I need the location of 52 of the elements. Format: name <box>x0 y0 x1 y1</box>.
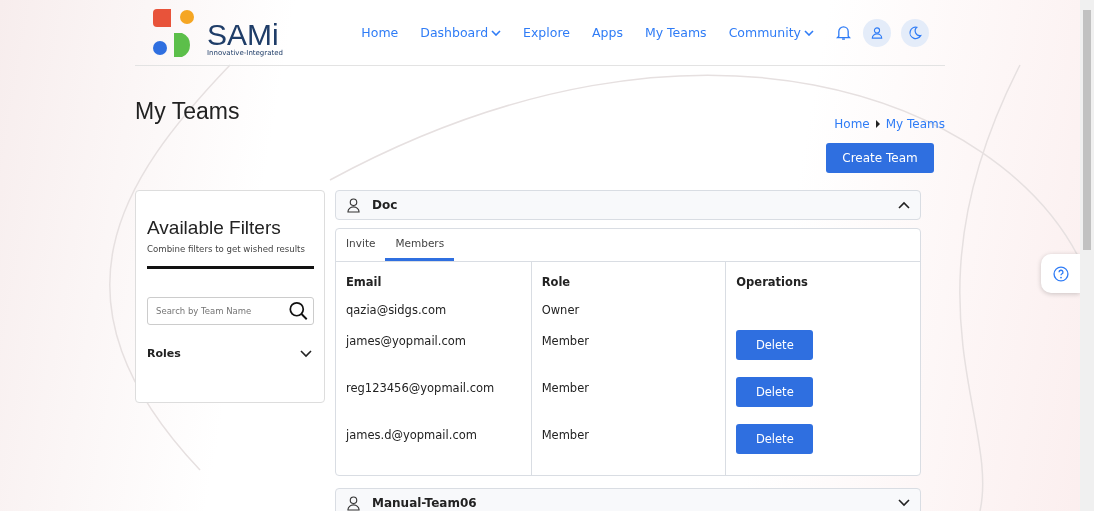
user-icon <box>871 26 883 39</box>
nav-link[interactable]: My Teams <box>644 25 707 40</box>
filters-title: Available Filters <box>147 217 282 239</box>
delete-button[interactable]: Delete <box>736 377 814 407</box>
search-field[interactable]: Search by Team Name <box>147 297 314 325</box>
column-header: Operations <box>736 274 809 291</box>
filters-subtitle: Combine filters to get wished results <box>147 244 306 254</box>
caret-icon <box>804 29 814 36</box>
logo-name: SAMi <box>207 20 279 49</box>
help-icon <box>1052 265 1069 282</box>
nav-link[interactable]: Home <box>361 25 399 40</box>
logo-icon[interactable] <box>153 8 197 57</box>
moon-icon <box>908 25 922 40</box>
tab[interactable]: Members <box>385 229 455 261</box>
chevron-icon <box>898 499 910 507</box>
page-title: My Teams <box>135 98 240 125</box>
search-input[interactable]: Search by Team Name <box>156 299 289 323</box>
help-button[interactable] <box>1041 254 1080 293</box>
user-icon <box>347 197 360 213</box>
chevron-icon <box>300 349 312 358</box>
table-cell: Member <box>541 428 589 442</box>
delete-button[interactable]: Delete <box>736 330 814 360</box>
breadcrumb-separator-icon <box>875 120 880 128</box>
column-header: Role <box>541 274 572 291</box>
bell-icon[interactable] <box>836 24 851 41</box>
profile-button[interactable] <box>863 18 891 47</box>
table-cell: Member <box>541 334 589 348</box>
filter-section[interactable]: Roles <box>147 347 314 360</box>
search-icon <box>289 301 308 321</box>
team-accordion-header[interactable]: Doc <box>335 190 921 220</box>
breadcrumb-link[interactable]: Home <box>834 117 870 131</box>
nav-link[interactable]: Explore <box>523 25 570 40</box>
table-cell: Owner <box>541 303 580 317</box>
theme-button[interactable] <box>901 18 929 47</box>
user-icon <box>347 495 360 511</box>
team-accordion-header[interactable]: Manual-Team06 <box>335 488 921 511</box>
column-header: Email <box>346 274 383 291</box>
tab[interactable]: Invite <box>336 229 386 261</box>
nav-link[interactable]: Dashboard <box>420 25 502 40</box>
table-cell: reg123456@yopmail.com <box>346 381 495 395</box>
nav-link[interactable]: Community <box>728 25 814 40</box>
table-cell: qazia@sidgs.com <box>346 303 447 317</box>
table-cell: Member <box>541 381 589 395</box>
table-cell: james@yopmail.com <box>346 334 466 348</box>
chevron-icon <box>898 201 910 209</box>
breadcrumb-link[interactable]: My Teams <box>885 117 945 131</box>
create-team-button[interactable]: Create Team <box>826 143 934 173</box>
scrollbar[interactable] <box>1080 0 1094 511</box>
nav-link[interactable]: Apps <box>592 25 623 40</box>
table-cell: james.d@yopmail.com <box>346 428 477 442</box>
caret-icon <box>491 29 502 36</box>
delete-button[interactable]: Delete <box>736 424 814 454</box>
